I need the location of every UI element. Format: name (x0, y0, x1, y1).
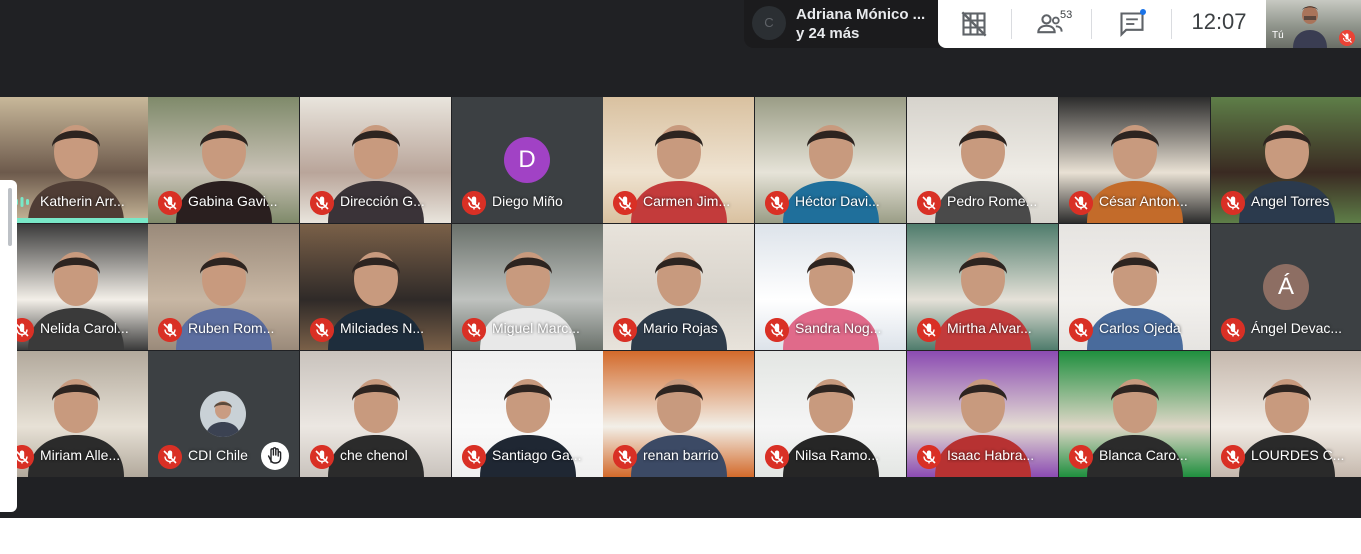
participant-tile[interactable]: Isaac Habra... (907, 351, 1058, 477)
mic-off-icon (158, 445, 182, 469)
mic-off-icon (1069, 445, 1093, 469)
participant-tile[interactable]: Santiago Ga... (452, 351, 603, 477)
participant-tile[interactable]: Gabina Gavi... (148, 97, 299, 223)
mic-off-icon (613, 445, 637, 469)
presenter-more: y 24 más (796, 25, 860, 42)
mic-off-icon (917, 191, 941, 215)
participant-tile[interactable]: Milciades N... (300, 224, 451, 350)
participant-name: Angel Torres (1251, 193, 1330, 209)
avatar: Á (1263, 264, 1309, 310)
mic-off-icon (462, 191, 486, 215)
participant-name: Miguel Marc... (492, 320, 580, 336)
participant-tile[interactable]: Katherin Arr... (0, 97, 151, 223)
chat-unread-dot (1140, 9, 1146, 15)
participant-tile[interactable]: Miriam Alle... (0, 351, 151, 477)
mic-off-icon (1221, 445, 1245, 469)
presenter-avatar: C (752, 6, 786, 40)
mic-off-icon (613, 318, 637, 342)
participant-tile[interactable]: Angel Torres (1211, 97, 1361, 223)
mic-off-icon (1221, 191, 1245, 215)
avatar: D (504, 137, 550, 183)
presenter-name: Adriana Mónico ... (796, 6, 926, 23)
participant-tile[interactable]: che chenol (300, 351, 451, 477)
bottom-bar (0, 518, 1361, 554)
participant-name: Pedro Rome... (947, 193, 1038, 209)
mic-off-icon (1069, 318, 1093, 342)
participant-name: Milciades N... (340, 320, 425, 336)
toolbar-divider (1011, 9, 1012, 39)
participant-name: Dirección G... (340, 193, 425, 209)
participant-name: Carlos Ojeda (1099, 320, 1181, 336)
participant-tile[interactable]: Blanca Caro... (1059, 351, 1210, 477)
mic-off-icon (765, 191, 789, 215)
participant-name: César Anton... (1099, 193, 1188, 209)
participant-tile[interactable]: Carlos Ojeda (1059, 224, 1210, 350)
participant-name: Nilsa Ramo... (795, 447, 880, 463)
participant-tile[interactable]: Nelida Carol... (0, 224, 151, 350)
toolbar-divider (1091, 9, 1092, 39)
participant-name: Gabina Gavi... (188, 193, 278, 209)
mic-off-icon (1339, 30, 1355, 46)
self-view-label: Tú (1272, 30, 1284, 41)
participant-name: Mirtha Alvar... (947, 320, 1032, 336)
participant-name: Blanca Caro... (1099, 447, 1188, 463)
mic-off-icon (917, 318, 941, 342)
grid-layout-icon[interactable] (960, 10, 988, 38)
mic-off-icon (310, 318, 334, 342)
participant-name: LOURDES C... (1251, 447, 1345, 463)
participant-name: Santiago Ga... (492, 447, 582, 463)
participant-tile[interactable]: Pedro Rome... (907, 97, 1058, 223)
participant-tile[interactable]: César Anton... (1059, 97, 1210, 223)
mic-off-icon (917, 445, 941, 469)
participant-name: Carmen Jim... (643, 193, 731, 209)
mic-off-icon (310, 191, 334, 215)
participant-name: Ruben Rom... (188, 320, 275, 336)
self-view-person (1293, 6, 1327, 48)
clock: 12:07 (1191, 9, 1247, 34)
participant-name: Sandra Nog... (795, 320, 882, 336)
participant-tile[interactable]: Nilsa Ramo... (755, 351, 906, 477)
mic-off-icon (158, 318, 182, 342)
participant-tile[interactable]: Miguel Marc... (452, 224, 603, 350)
participant-count: 53 (1060, 9, 1073, 21)
mic-off-icon (765, 318, 789, 342)
mic-off-icon (1221, 318, 1245, 342)
mic-off-icon (765, 445, 789, 469)
raised-hand-icon (261, 442, 289, 470)
participant-tile[interactable]: D Diego Miño (452, 97, 603, 223)
participant-tile[interactable]: Sandra Nog... (755, 224, 906, 350)
participant-name: Mario Rojas (643, 320, 718, 336)
participant-name: Miriam Alle... (40, 447, 121, 463)
participant-tile[interactable]: Carmen Jim... (603, 97, 754, 223)
participant-tile[interactable]: Á Ángel Devac... (1211, 224, 1361, 350)
participant-name: Diego Miño (492, 193, 563, 209)
mic-off-icon (462, 318, 486, 342)
toolbar-divider (1171, 9, 1172, 39)
participant-tile[interactable]: LOURDES C... (1211, 351, 1361, 477)
mic-off-icon (613, 191, 637, 215)
participant-tile[interactable]: Dirección G... (300, 97, 451, 223)
participant-tile[interactable]: Héctor Davi... (755, 97, 906, 223)
active-speaker-bar (0, 218, 151, 223)
presenter-info: Adriana Mónico ... y 24 más (796, 5, 930, 43)
mic-off-icon (158, 191, 182, 215)
participant-tile[interactable]: Mirtha Alvar... (907, 224, 1058, 350)
participant-name: Isaac Habra... (947, 447, 1035, 463)
mic-off-icon (1069, 191, 1093, 215)
participant-name: Nelida Carol... (40, 320, 129, 336)
scroll-thumb[interactable] (8, 188, 12, 246)
participant-name: che chenol (340, 447, 408, 463)
mic-off-icon (462, 445, 486, 469)
participant-name: Ángel Devac... (1251, 320, 1343, 336)
participant-name: Héctor Davi... (795, 193, 880, 209)
participant-tile[interactable]: renan barrio (603, 351, 754, 477)
avatar (200, 391, 246, 437)
participant-tile[interactable]: Mario Rojas (603, 224, 754, 350)
filmstrip-scroll[interactable] (0, 180, 17, 512)
participant-name: renan barrio (643, 447, 719, 463)
mic-off-icon (310, 445, 334, 469)
participant-name: Katherin Arr... (40, 193, 125, 209)
participant-tile[interactable]: CDI Chile (148, 351, 299, 477)
participant-tile[interactable]: Ruben Rom... (148, 224, 299, 350)
